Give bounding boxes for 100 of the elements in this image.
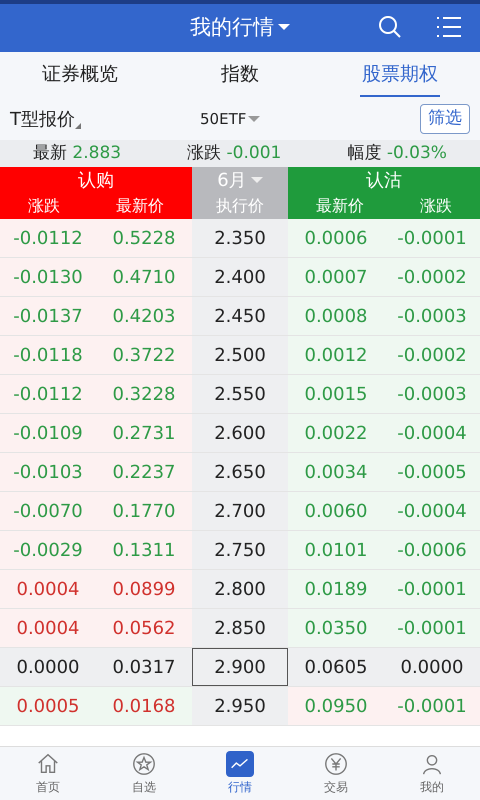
table-cell-text: 0.4710 (112, 266, 176, 290)
table-cell-text: -0.0003 (396, 304, 468, 328)
table-cell-text: -0.0004 (396, 500, 468, 524)
table-cell-text: 0.0000 (400, 656, 464, 680)
option-row[interactable]: -0.0070 0.1770 2.700 0.0060 -0.0004 (0, 492, 480, 531)
title-dropdown[interactable]: 我的行情 (190, 12, 290, 44)
call-label: 认购 (78, 169, 114, 193)
table-cell-text: -0.0001 (396, 694, 468, 718)
caret-icon (248, 116, 260, 122)
menu-icon[interactable] (436, 15, 462, 39)
nav-item[interactable]: 行情 (192, 747, 288, 800)
caret-icon (278, 24, 290, 32)
column-header: 最新价 (316, 195, 364, 217)
quote-stat: 最新 2.883 (33, 142, 122, 165)
table-cell-text: -0.0003 (396, 382, 468, 406)
table-cell-text: -0.0103 (12, 460, 84, 484)
option-row[interactable]: -0.0029 0.1311 2.750 0.0101 -0.0006 (0, 531, 480, 570)
table-cell-text: 0.3228 (112, 382, 176, 406)
search-icon[interactable] (377, 14, 403, 40)
strike-cell: 2.700 (192, 492, 288, 530)
table-cell-text: 0.0950 (304, 694, 368, 718)
strike-cell: 2.400 (192, 258, 288, 296)
table-cell-text: 0.1311 (112, 538, 176, 562)
strike-cell: 2.750 (192, 531, 288, 569)
nav-item[interactable]: 首页 (0, 747, 96, 800)
chart-icon (226, 751, 254, 777)
table-cell-text: 0.0004 (16, 578, 80, 602)
column-header: 涨跌 (28, 195, 60, 217)
strike-cell: 2.650 (192, 453, 288, 491)
filter-button[interactable]: 筛选 (420, 104, 470, 134)
table-cell-text: -0.0118 (12, 344, 84, 368)
table-cell-text: 0.0008 (304, 304, 368, 328)
table-cell-text: 0.0168 (112, 694, 176, 718)
table-cell-text: -0.0109 (12, 422, 84, 446)
table-cell-text: 0.0562 (112, 616, 176, 640)
option-row[interactable]: 0.0000 0.0317 2.900 0.0605 0.0000 (0, 648, 480, 687)
option-row[interactable]: 0.0005 0.0168 2.950 0.0950 -0.0001 (0, 687, 480, 726)
table-cell-text: 0.0350 (304, 616, 368, 640)
table-cell-text: -0.0137 (12, 304, 84, 328)
nav-item[interactable]: 交易 (288, 747, 384, 800)
table-cell-text: -0.0112 (12, 382, 84, 406)
strike-cell: 2.600 (192, 414, 288, 452)
option-row[interactable]: 0.0004 0.0562 2.850 0.0350 -0.0001 (0, 609, 480, 648)
table-cell-text: 0.0317 (112, 656, 176, 680)
tab[interactable]: 指数 (160, 52, 320, 98)
table-cell-text: -0.0004 (396, 422, 468, 446)
column-header: 最新价 (116, 195, 164, 217)
strike-cell: 2.950 (192, 687, 288, 725)
strike-cell: 2.800 (192, 570, 288, 608)
underlying-dropdown[interactable]: 50ETF (200, 108, 260, 130)
quote-mode-dropdown[interactable]: T型报价 (10, 106, 200, 132)
table-cell-text: 0.2731 (112, 422, 176, 446)
option-row[interactable]: -0.0112 0.5228 2.350 0.0006 -0.0001 (0, 219, 480, 258)
table-cell-text: -0.0005 (396, 460, 468, 484)
table-cell-text: 0.3722 (112, 344, 176, 368)
strike-cell: 2.850 (192, 609, 288, 647)
nav-item[interactable]: 自选 (96, 747, 192, 800)
tab[interactable]: 证券概览 (0, 52, 160, 98)
option-row[interactable]: -0.0112 0.3228 2.550 0.0015 -0.0003 (0, 375, 480, 414)
option-row[interactable]: 0.0004 0.0899 2.800 0.0189 -0.0001 (0, 570, 480, 609)
table-cell-text: -0.0006 (396, 538, 468, 562)
yen-icon (322, 751, 350, 777)
table-cell-text: 0.5228 (112, 226, 176, 250)
table-cell-text: 0.0060 (304, 500, 368, 524)
option-row[interactable]: -0.0109 0.2731 2.600 0.0022 -0.0004 (0, 414, 480, 453)
table-cell-text: -0.0130 (12, 266, 84, 290)
table-cell-text: 0.0006 (304, 226, 368, 250)
table-cell-text: -0.0001 (396, 616, 468, 640)
column-header: 执行价 (216, 195, 264, 217)
caret-icon (250, 177, 263, 184)
table-cell-text: 0.1770 (112, 500, 176, 524)
table-cell-text: 0.0189 (304, 578, 368, 602)
option-row[interactable]: -0.0130 0.4710 2.400 0.0007 -0.0002 (0, 258, 480, 297)
table-cell-text: 0.0034 (304, 460, 368, 484)
table-cell-text: 0.2237 (112, 460, 176, 484)
table-cell-text: 0.0004 (16, 616, 80, 640)
option-row[interactable]: -0.0118 0.3722 2.500 0.0012 -0.0002 (0, 336, 480, 375)
table-cell-text: -0.0029 (12, 538, 84, 562)
option-row[interactable]: -0.0137 0.4203 2.450 0.0008 -0.0003 (0, 297, 480, 336)
nav-item[interactable]: 我的 (384, 747, 480, 800)
table-cell-text: -0.0002 (396, 344, 468, 368)
table-cell-text: 0.0101 (304, 538, 368, 562)
strike-cell: 2.550 (192, 375, 288, 413)
table-cell-text: 0.0012 (304, 344, 368, 368)
strike-cell: 2.350 (192, 219, 288, 257)
table-cell-text: 0.0605 (304, 656, 368, 680)
table-cell-text: -0.0001 (396, 578, 468, 602)
table-cell-text: 0.0015 (304, 382, 368, 406)
column-header: 涨跌 (420, 195, 452, 217)
table-cell-text: -0.0070 (12, 500, 84, 524)
strike-cell: 2.500 (192, 336, 288, 374)
option-row[interactable]: -0.0103 0.2237 2.650 0.0034 -0.0005 (0, 453, 480, 492)
table-cell-text: 0.4203 (112, 304, 176, 328)
table-cell-text: 0.0007 (304, 266, 368, 290)
quote-stat: 涨跌 -0.001 (187, 142, 282, 165)
table-cell-text: 0.0000 (16, 656, 80, 680)
table-cell-text: -0.0112 (12, 226, 84, 250)
put-label: 认沽 (366, 169, 402, 193)
corner-caret-icon (75, 122, 81, 128)
quote-stat: 幅度 -0.03% (347, 142, 447, 165)
